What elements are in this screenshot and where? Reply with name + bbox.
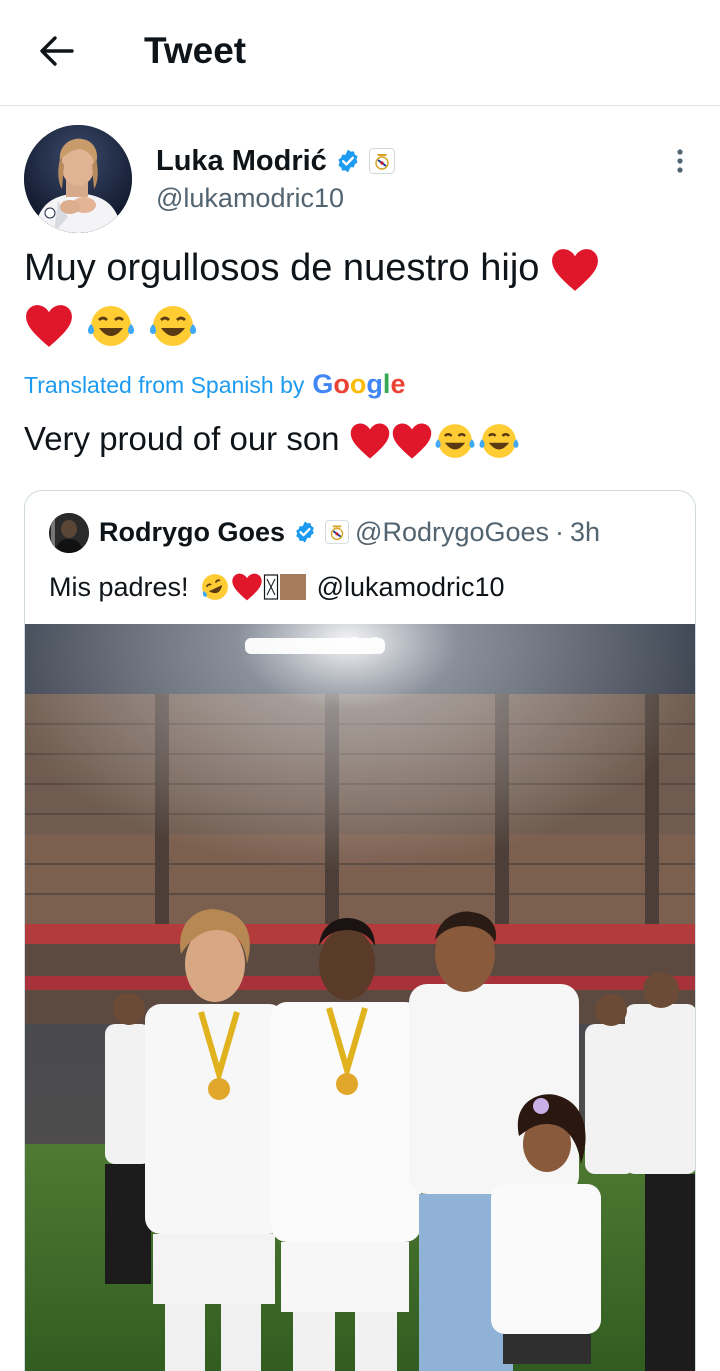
separator-dot: · <box>555 517 565 547</box>
mention-link[interactable]: @lukamodric10 <box>317 569 505 605</box>
avatar-photo <box>49 513 89 553</box>
quoted-author-name[interactable]: Rodrygo Goes <box>99 515 285 549</box>
quoted-tweet-header: Rodrygo Goes @RodrygoGoes · 3h <box>99 515 600 549</box>
real-madrid-crest-icon <box>325 520 350 544</box>
translation-body: Very proud of our son <box>24 420 340 457</box>
red-heart-emoji <box>231 573 262 601</box>
red-heart-emoji <box>392 423 431 459</box>
author-name-row[interactable]: Luka Modrić <box>156 145 395 177</box>
translated-label[interactable]: Translated from Spanish by <box>24 370 304 400</box>
tears-of-joy-emoji <box>479 424 519 459</box>
quoted-timestamp[interactable]: 3h <box>570 515 600 549</box>
author-avatar[interactable] <box>24 125 132 233</box>
quoted-media-photo[interactable] <box>25 624 695 1371</box>
quoted-body: Mis padres! <box>49 572 189 602</box>
back-button[interactable] <box>30 28 82 74</box>
tears-of-joy-emoji <box>435 424 475 459</box>
page-title: Tweet <box>144 30 247 71</box>
stadium-celebration-photo <box>25 624 695 1371</box>
red-heart-emoji <box>26 305 72 347</box>
verified-badge-icon <box>338 149 358 173</box>
more-options-button[interactable] <box>664 143 696 179</box>
translated-text: Very proud of our son <box>24 415 521 463</box>
red-heart-emoji <box>552 249 598 291</box>
quoted-author-avatar[interactable] <box>49 513 89 553</box>
tweet-body: Muy orgullosos de nuestro hijo <box>24 247 540 289</box>
top-app-bar: Tweet <box>0 0 720 106</box>
back-arrow-icon <box>40 36 74 66</box>
skin-tone-swatch-icon <box>279 574 306 600</box>
tweet-text: Muy orgullosos de nuestro hijo <box>24 240 696 352</box>
verified-badge-icon <box>296 521 314 543</box>
quoted-tweet[interactable]: Rodrygo Goes @RodrygoGoes · 3h Mis padre… <box>24 490 696 1371</box>
quoted-author-handle[interactable]: @RodrygoGoes <box>355 515 549 549</box>
red-heart-emoji <box>350 423 389 459</box>
author-name[interactable]: Luka Modrić <box>156 145 327 177</box>
tears-of-joy-emoji <box>150 305 197 346</box>
rolling-laughing-emoji <box>201 574 228 600</box>
google-logo: Google <box>312 369 406 399</box>
missing-glyph-icon <box>263 574 278 600</box>
more-vertical-icon <box>677 149 683 173</box>
author-handle[interactable]: @lukamodric10 <box>156 183 344 213</box>
translation-attribution[interactable]: Translated from Spanish by Google <box>24 369 405 400</box>
real-madrid-crest-icon <box>368 148 395 174</box>
tears-of-joy-emoji <box>87 305 134 346</box>
quoted-tweet-text: Mis padres! @lukamodric10 <box>49 569 505 605</box>
avatar-photo <box>24 125 132 233</box>
